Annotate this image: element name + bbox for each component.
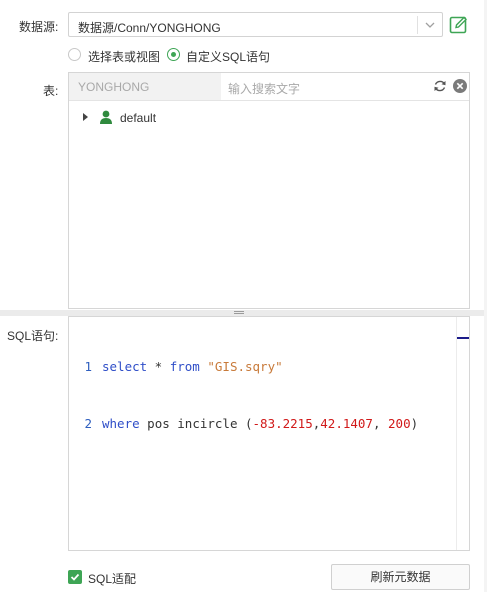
table-panel: YONGHONG 输入搜索文字 default [68, 72, 470, 309]
table-name-field: YONGHONG [69, 73, 221, 100]
operator-token: * [147, 359, 170, 374]
splitter-grip-icon [234, 313, 244, 314]
string-token: "GIS.sqry" [207, 359, 283, 374]
radio-table-view[interactable] [68, 48, 81, 61]
code-line: 1 select * from "GIS.sqry" [69, 357, 418, 376]
edit-icon[interactable] [449, 15, 468, 34]
cursor-position-marker [457, 337, 469, 339]
clear-icon[interactable] [453, 79, 467, 93]
table-search-input[interactable]: 输入搜索文字 [228, 80, 300, 97]
refresh-icon[interactable] [433, 79, 447, 93]
text-token: ) [410, 416, 419, 431]
line-number: 2 [84, 416, 92, 431]
table-name-value: YONGHONG [78, 80, 150, 94]
radio-table-view-label[interactable]: 选择表或视图 [88, 48, 160, 65]
chevron-down-icon[interactable] [424, 20, 436, 30]
number-token: 200 [388, 416, 411, 431]
refresh-metadata-button[interactable]: 刷新元数据 [331, 564, 470, 590]
datasource-select[interactable]: 数据源/Conn/YONGHONG [68, 12, 443, 37]
text-token: pos incircle ( [139, 416, 253, 431]
select-divider [417, 16, 418, 34]
keyword-token: where [102, 416, 140, 431]
table-label: 表: [43, 84, 59, 98]
table-panel-header: YONGHONG 输入搜索文字 [69, 73, 469, 101]
code-line: 2 where pos incircle (-83.2215,42.1407, 2… [69, 414, 418, 433]
number-token: -83.2215 [252, 416, 313, 431]
tree-item-default[interactable]: default [120, 111, 156, 125]
radio-custom-sql-label[interactable]: 自定义SQL语句 [186, 48, 270, 65]
user-icon [100, 110, 112, 124]
datasource-value: 数据源/Conn/YONGHONG [78, 21, 221, 35]
sql-adapt-checkbox[interactable] [68, 570, 82, 584]
datasource-label: 数据源: [19, 20, 59, 34]
sql-adapt-label[interactable]: SQL适配 [88, 570, 136, 587]
text-token: , [372, 416, 389, 431]
keyword-token: from [169, 359, 200, 374]
line-number: 1 [84, 359, 92, 374]
number-token: 42.1407 [320, 416, 373, 431]
check-icon [70, 573, 80, 581]
sql-label: SQL语句: [7, 329, 59, 343]
keyword-token: select [102, 359, 148, 374]
editor-ruler [456, 317, 457, 550]
radio-custom-sql[interactable] [167, 48, 180, 61]
expand-arrow-icon[interactable] [83, 113, 88, 121]
sql-code[interactable]: 1 select * from "GIS.sqry" 2 where pos inc… [69, 319, 418, 471]
splitter-grip-icon [234, 311, 244, 312]
sql-editor[interactable]: 1 select * from "GIS.sqry" 2 where pos inc… [68, 316, 470, 551]
